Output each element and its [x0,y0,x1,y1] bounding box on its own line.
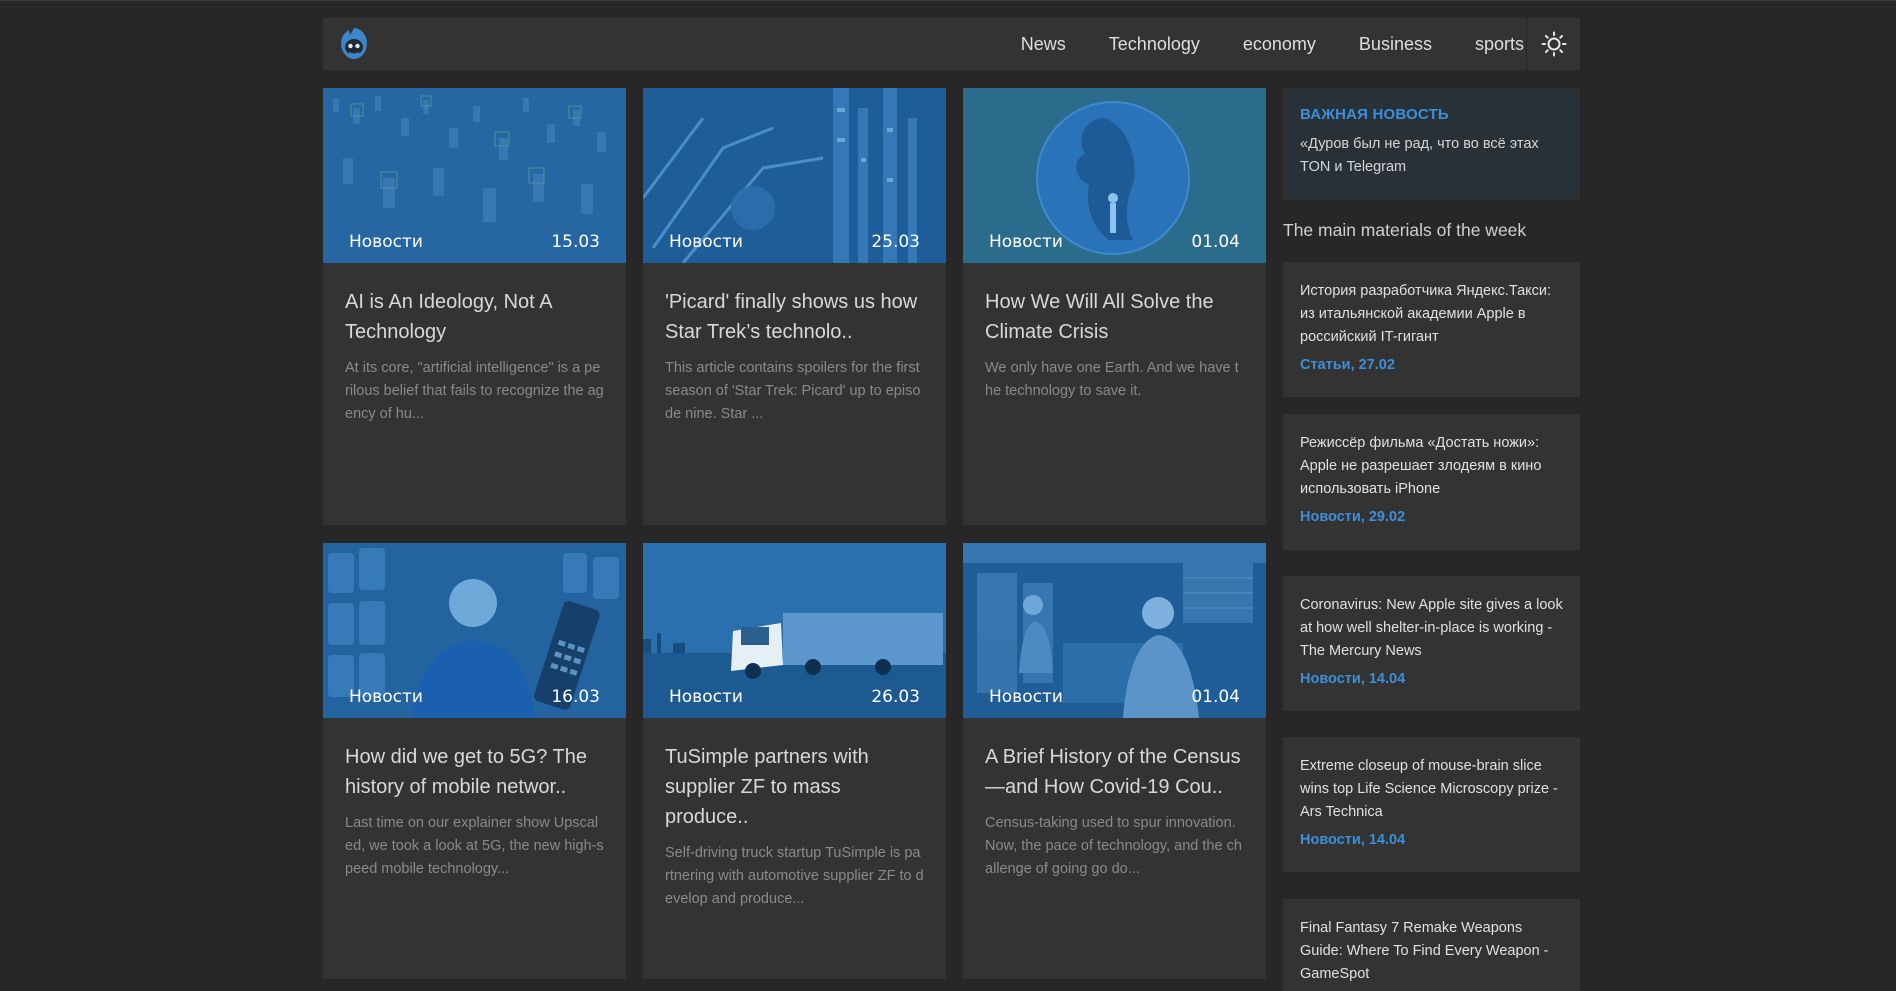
card-excerpt: This article contains spoilers for the f… [665,360,921,422]
important-news-block[interactable]: ВАЖНАЯ НОВОСТЬ «Дуров был не рад, что во… [1283,88,1580,200]
week-materials-title: The main materials of the week [1283,220,1527,240]
sidebar-article-meta: Новости, 29.02 [1300,509,1406,525]
card-excerpt: At its core, "artificial intelligence" i… [345,360,604,422]
card-date: 15.03 [551,232,600,252]
card-category: Новости [349,687,423,707]
sidebar-article-meta: Новости, 14.04 [1300,671,1406,687]
card-date: 01.04 [1191,232,1240,252]
nav-item-technology[interactable]: Technology [1109,34,1200,55]
card-image: Новости 01.04 [963,88,1266,263]
nav-item-sports[interactable]: sports [1475,34,1524,55]
important-news-text[interactable]: «Дуров был не рад, что во всё этах TON и… [1300,133,1563,179]
news-card[interactable]: Новости 25.03 'Picard' finally shows us … [643,88,946,525]
card-excerpt: We only have one Earth. And we have the … [985,360,1239,399]
card-excerpt: Last time on our explainer show Upscaled… [345,815,604,877]
news-card[interactable]: Новости 01.04 How We Will All Solve the … [963,88,1266,525]
card-image: Новости 16.03 [323,543,626,718]
important-news-label: ВАЖНАЯ НОВОСТЬ [1300,106,1449,123]
card-image: Новости 01.04 [963,543,1266,718]
sidebar-article-title[interactable]: Extreme closeup of mouse-brain slice win… [1300,755,1563,824]
card-image: Новости 26.03 [643,543,946,718]
sun-icon [1541,31,1566,57]
nav-item-news[interactable]: News [1021,34,1066,55]
main-nav: News Technology economy Business sports [978,18,1524,70]
sidebar-article-title[interactable]: Режиссёр фильма «Достать ножи»: Apple не… [1300,432,1563,501]
card-date: 26.03 [871,687,920,707]
sidebar-article[interactable]: Extreme closeup of mouse-brain slice win… [1283,737,1580,872]
logo-icon[interactable] [337,26,371,62]
card-image: Новости 25.03 [643,88,946,263]
card-date: 01.04 [1191,687,1240,707]
news-card[interactable]: Новости 26.03 TuSimple partners with sup… [643,543,946,979]
card-title[interactable]: 'Picard' finally shows us how Star Trek’… [665,287,924,347]
card-title[interactable]: How did we get to 5G? The history of mob… [345,742,604,802]
news-card[interactable]: Новости 16.03 How did we get to 5G? The … [323,543,626,979]
card-title[interactable]: A Brief History of the Census—and How Co… [985,742,1244,802]
card-category: Новости [669,687,743,707]
site-header: News Technology economy Business sports [323,18,1580,70]
card-category: Новости [669,232,743,252]
card-category: Новости [989,687,1063,707]
card-excerpt: Census-taking used to spur innovation. N… [985,815,1242,877]
top-border [0,0,1896,1]
card-date: 25.03 [871,232,920,252]
news-card[interactable]: Новости 15.03 AI is An Ideology, Not A T… [323,88,626,525]
theme-toggle-button[interactable] [1526,18,1580,70]
card-title[interactable]: TuSimple partners with supplier ZF to ma… [665,742,924,832]
card-category: Новости [989,232,1063,252]
sidebar-article-title[interactable]: Final Fantasy 7 Remake Weapons Guide: Wh… [1300,917,1563,986]
nav-item-economy[interactable]: economy [1243,34,1316,55]
page-container: News Technology economy Business sports [323,18,1580,991]
sidebar-article-title[interactable]: Coronavirus: New Apple site gives a look… [1300,594,1563,663]
sidebar: ВАЖНАЯ НОВОСТЬ «Дуров был не рад, что во… [1283,88,1580,991]
card-title[interactable]: How We Will All Solve the Climate Crisis [985,287,1244,347]
sidebar-article-meta: Новости, 14.04 [1300,832,1406,848]
card-excerpt: Self-driving truck startup TuSimple is p… [665,845,924,907]
card-category: Новости [349,232,423,252]
sidebar-article-title[interactable]: История разработчика Яндекс.Такси: из ит… [1300,280,1563,349]
news-card[interactable]: Новости 01.04 A Brief History of the Cen… [963,543,1266,979]
sidebar-article[interactable]: Final Fantasy 7 Remake Weapons Guide: Wh… [1283,899,1580,991]
sidebar-article[interactable]: История разработчика Яндекс.Такси: из ит… [1283,262,1580,397]
card-title[interactable]: AI is An Ideology, Not A Technology [345,287,604,347]
sidebar-article-meta: Статьи, 27.02 [1300,357,1395,373]
nav-item-business[interactable]: Business [1359,34,1432,55]
card-date: 16.03 [551,687,600,707]
sidebar-article[interactable]: Режиссёр фильма «Достать ножи»: Apple не… [1283,414,1580,550]
sidebar-article[interactable]: Coronavirus: New Apple site gives a look… [1283,576,1580,711]
card-image: Новости 15.03 [323,88,626,263]
